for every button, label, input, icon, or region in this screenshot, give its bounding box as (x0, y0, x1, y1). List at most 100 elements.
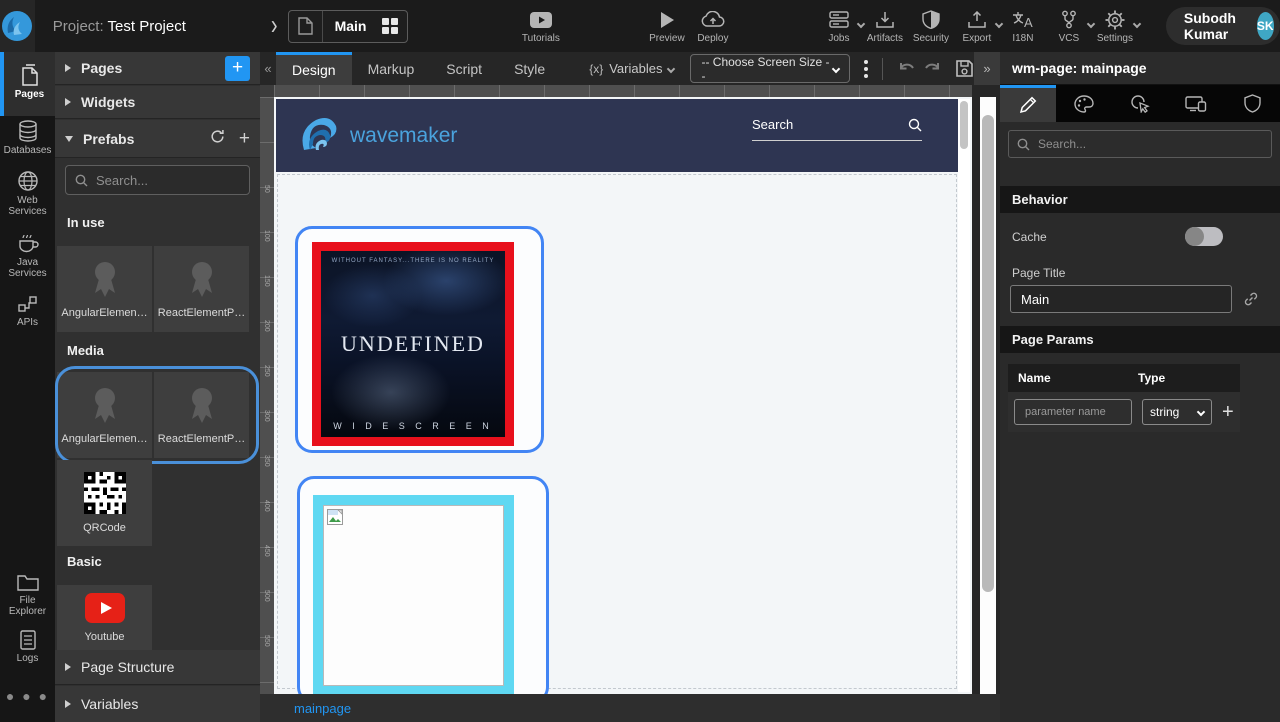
collapse-left-panel-icon[interactable]: « (260, 52, 276, 85)
page-structure-section-header[interactable]: Page Structure (55, 650, 260, 685)
tab-script[interactable]: Script (430, 52, 498, 85)
left-rail: Pages Databases Web Services Java Servic… (0, 52, 55, 722)
prefab-card-react-inuse[interactable]: ReactElementP… (154, 246, 249, 332)
prefabs-section-header[interactable]: Prefabs + (55, 120, 260, 158)
widget-selection-poster[interactable]: WITHOUT FANTASY...THERE IS NO REALITY UN… (295, 226, 544, 453)
more-menu-icon[interactable] (864, 60, 868, 78)
tab-design[interactable]: Design (276, 52, 352, 85)
search-icon (908, 118, 922, 132)
branch-icon (1060, 9, 1078, 31)
broken-image-icon (327, 509, 343, 525)
i18n-button[interactable]: A I18N (1000, 9, 1046, 44)
parameter-name-input[interactable] (1014, 399, 1132, 425)
undo-button[interactable] (893, 56, 919, 82)
jobs-button[interactable]: Jobs (816, 9, 862, 44)
prefab-ribbon-icon (88, 259, 122, 299)
add-prefab-icon[interactable]: + (239, 128, 250, 150)
properties-panel: wm-page: mainpage Search... Behavior Cac… (1000, 52, 1280, 722)
preview-button[interactable]: Preview (644, 9, 690, 44)
prefab-card-angular-inuse[interactable]: AngularElemen… (57, 246, 152, 332)
user-menu[interactable]: Subodh Kumar SK (1166, 7, 1280, 45)
horizontal-ruler (274, 85, 972, 97)
page-selector[interactable]: Main (288, 10, 408, 43)
rail-item-web-services[interactable]: Web Services (0, 170, 55, 217)
add-parameter-button[interactable]: + (1222, 401, 1234, 424)
prefab-search-input[interactable]: Search... (65, 165, 250, 195)
rail-item-apis[interactable]: APIs (0, 294, 55, 328)
ruler-number: 550 (263, 635, 270, 647)
tab-markup[interactable]: Markup (352, 52, 431, 85)
widget-selection-picture[interactable] (297, 476, 549, 694)
properties-tabs (1000, 85, 1280, 122)
page-title-input[interactable] (1010, 285, 1232, 313)
security-button[interactable]: Security (908, 9, 954, 44)
undefined-poster-image: WITHOUT FANTASY...THERE IS NO REALITY UN… (321, 251, 505, 437)
tab-styles[interactable] (1056, 85, 1112, 122)
settings-button[interactable]: Settings (1092, 9, 1138, 44)
screen-size-select[interactable]: -- Choose Screen Size -- (690, 54, 850, 83)
wavemaker-logo[interactable] (0, 0, 35, 52)
tutorials-button[interactable]: Tutorials (518, 9, 564, 44)
avatar: SK (1257, 12, 1274, 40)
qrcode-icon (84, 472, 126, 514)
rail-item-java-services[interactable]: Java Services (0, 232, 55, 279)
group-title-basic: Basic (67, 554, 102, 569)
page-params-section-header: Page Params (1000, 326, 1280, 353)
ruler-number: 250 (263, 365, 270, 377)
ruler-number: 350 (263, 455, 270, 467)
expand-right-panel-icon[interactable]: » (974, 52, 1000, 85)
tab-style[interactable]: Style (498, 52, 561, 85)
folder-icon (16, 572, 40, 592)
prefab-card-youtube[interactable]: Youtube (57, 585, 152, 650)
poster-image-widget[interactable]: WITHOUT FANTASY...THERE IS NO REALITY UN… (312, 242, 514, 446)
ruler-number: 500 (263, 590, 270, 602)
workspace-scrollbar-thumb[interactable] (982, 115, 994, 592)
ruler-number: 100 (263, 230, 270, 242)
status-bar: mainpage (260, 694, 1000, 722)
variables-section-header[interactable]: Variables (55, 686, 260, 722)
name-column-header: Name (1018, 371, 1138, 385)
variables-dropdown-icon (667, 64, 675, 72)
open-page-tab[interactable]: mainpage (294, 701, 351, 716)
prefab-card-angular-media[interactable]: AngularElemen… (57, 372, 152, 458)
cache-toggle[interactable] (1185, 227, 1223, 246)
properties-search-input[interactable]: Search... (1008, 130, 1272, 158)
picture-widget[interactable] (313, 495, 514, 694)
user-name: Subodh Kumar (1184, 10, 1247, 42)
redo-button[interactable] (919, 56, 945, 82)
artifacts-button[interactable]: Artifacts (862, 9, 908, 44)
prefab-card-react-media[interactable]: ReactElementP… (154, 372, 249, 458)
rail-item-pages[interactable]: Pages (0, 52, 55, 116)
vcs-button[interactable]: VCS (1046, 9, 1092, 44)
play-icon (659, 9, 675, 31)
variables-button[interactable]: {x} Variables (589, 61, 674, 76)
add-page-button[interactable]: + (225, 56, 250, 81)
workspace-scrollbar[interactable] (980, 97, 996, 694)
site-search-input[interactable]: Search (752, 117, 922, 141)
rail-item-databases[interactable]: Databases (0, 120, 55, 156)
tab-devices[interactable] (1168, 85, 1224, 122)
tab-security[interactable] (1224, 85, 1280, 122)
rail-item-logs[interactable]: Logs (0, 630, 55, 664)
tab-properties[interactable] (1000, 85, 1056, 122)
prefab-card-qrcode[interactable]: QRCode (57, 460, 152, 546)
deploy-button[interactable]: Deploy (690, 9, 736, 44)
design-canvas[interactable]: wavemaker Search WITHOUT FANTASY...THERE… (274, 97, 972, 694)
more-options-icon[interactable]: ● ● ● (0, 688, 55, 704)
export-button[interactable]: Export (954, 9, 1000, 44)
pages-section-header[interactable]: Pages + (55, 52, 260, 85)
page-grid-icon[interactable] (373, 18, 407, 34)
collapse-arrow-icon (65, 700, 71, 708)
canvas-page-header[interactable]: wavemaker Search (276, 99, 958, 172)
canvas-scrollbar-thumb[interactable] (960, 101, 968, 149)
parameter-type-select[interactable]: string (1142, 399, 1212, 425)
canvas-scrollbar[interactable] (958, 99, 970, 692)
rail-item-file-explorer[interactable]: File Explorer (0, 572, 55, 617)
refresh-prefabs-icon[interactable] (210, 128, 225, 150)
project-chevron-icon[interactable]: › (271, 10, 278, 42)
chevron-down-icon (832, 64, 840, 72)
download-icon (875, 9, 895, 31)
tab-events[interactable] (1112, 85, 1168, 122)
bind-link-icon[interactable] (1243, 291, 1259, 312)
widgets-section-header[interactable]: Widgets (55, 86, 260, 119)
